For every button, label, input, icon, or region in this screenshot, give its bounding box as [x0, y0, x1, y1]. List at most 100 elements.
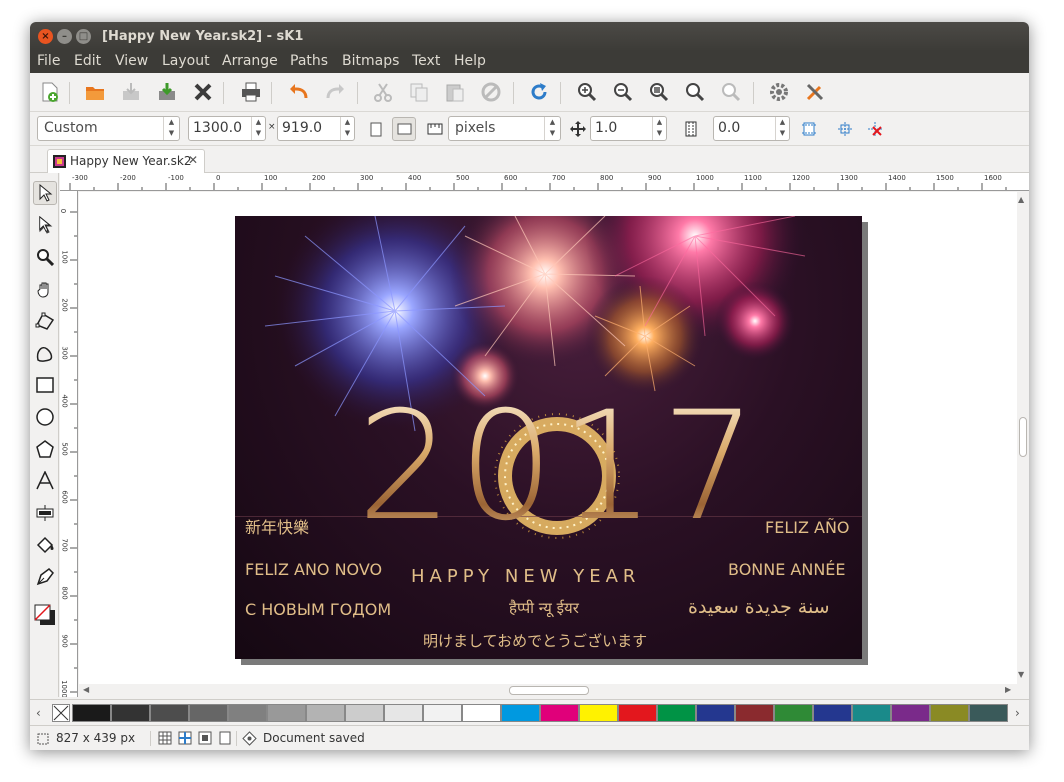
vertical-scroll-thumb[interactable] [1019, 417, 1027, 457]
remove-guides-icon[interactable] [866, 120, 884, 138]
menu-help[interactable]: Help [454, 53, 486, 69]
color-swatch[interactable] [735, 704, 774, 722]
color-swatch[interactable] [696, 704, 735, 722]
color-swatch[interactable] [423, 704, 462, 722]
menu-file[interactable]: File [37, 53, 60, 69]
menu-bitmaps[interactable]: Bitmaps [342, 53, 399, 69]
pen-tool-icon[interactable] [33, 565, 57, 589]
color-swatch[interactable] [930, 704, 969, 722]
color-swatch[interactable] [579, 704, 618, 722]
print-icon[interactable] [238, 79, 264, 105]
portrait-icon[interactable] [367, 120, 385, 138]
tools-icon[interactable] [802, 79, 828, 105]
color-swatch[interactable] [189, 704, 228, 722]
import-icon[interactable] [154, 79, 180, 105]
selection-tool-icon[interactable] [33, 181, 57, 205]
close-window-button[interactable]: × [38, 29, 53, 44]
palette-left-arrow-icon[interactable]: ‹ [36, 706, 41, 720]
color-swatch[interactable] [306, 704, 345, 722]
menu-layout[interactable]: Layout [162, 53, 210, 69]
minimize-window-button[interactable]: – [57, 29, 72, 44]
document-tab[interactable]: Happy New Year.sk2 ✕ [47, 149, 205, 173]
guide-snap-icon[interactable] [178, 731, 192, 745]
zoom-fit-icon[interactable] [646, 79, 672, 105]
scroll-up-icon[interactable]: ▲ [1018, 195, 1024, 204]
page-width-field[interactable]: 1300.0 ▲ ▼ [188, 116, 266, 141]
units-select[interactable]: pixels ▲ ▼ [448, 116, 561, 141]
close-document-icon[interactable] [190, 79, 216, 105]
delete-icon[interactable] [478, 79, 504, 105]
rectangle-tool-icon[interactable] [33, 373, 57, 397]
open-icon[interactable] [82, 79, 108, 105]
color-swatch[interactable] [540, 704, 579, 722]
page-margin-field[interactable]: 0.0 ▲ ▼ [713, 116, 790, 141]
color-swatch[interactable] [852, 704, 891, 722]
menu-text[interactable]: Text [412, 53, 440, 69]
color-swatch[interactable] [891, 704, 930, 722]
ellipse-tool-icon[interactable] [33, 405, 57, 429]
object-snap-icon[interactable] [198, 731, 212, 745]
cut-icon[interactable] [370, 79, 396, 105]
horizontal-scroll-thumb[interactable] [509, 686, 589, 695]
greeting-card-image[interactable]: 2017 新年快樂 FELIZ ANO NOVO С НОВЫМ ГОДОМ H… [235, 216, 862, 659]
nudge-step-field[interactable]: 1.0 ▲ ▼ [590, 116, 667, 141]
color-swatch[interactable] [969, 704, 1008, 722]
no-color-swatch[interactable] [52, 704, 70, 722]
vertical-scrollbar[interactable]: ▲ ▼ [1017, 192, 1029, 684]
new-document-icon[interactable] [36, 79, 62, 105]
grid-snap-icon[interactable] [158, 731, 172, 745]
color-swatch[interactable] [774, 704, 813, 722]
zoom-selection-icon[interactable] [682, 79, 708, 105]
refresh-icon[interactable] [526, 79, 552, 105]
copy-icon[interactable] [406, 79, 432, 105]
palette-right-arrow-icon[interactable]: › [1015, 706, 1020, 720]
zoom-page-icon[interactable] [718, 79, 744, 105]
horizontal-scrollbar[interactable]: ◀ ▶ [79, 684, 1017, 697]
drawing-canvas[interactable]: 2017 新年快樂 FELIZ ANO NOVO С НОВЫМ ГОДОМ H… [79, 192, 1017, 684]
color-swatch[interactable] [462, 704, 501, 722]
close-tab-icon[interactable]: ✕ [188, 153, 198, 167]
page-format-select[interactable]: Custom ▲ ▼ [37, 116, 180, 141]
color-swatch[interactable] [228, 704, 267, 722]
polyline-tool-icon[interactable] [33, 309, 57, 333]
color-swatch[interactable] [501, 704, 540, 722]
color-swatch[interactable] [111, 704, 150, 722]
color-swatch[interactable] [813, 704, 852, 722]
zoom-tool-icon[interactable] [33, 245, 57, 269]
scroll-down-icon[interactable]: ▼ [1018, 670, 1024, 679]
maximize-window-button[interactable]: □ [76, 29, 91, 44]
preferences-gear-icon[interactable] [766, 79, 792, 105]
scroll-right-icon[interactable]: ▶ [1005, 685, 1011, 694]
page-guides-icon[interactable] [800, 120, 818, 138]
node-edit-tool-icon[interactable] [33, 213, 57, 237]
add-guides-icon[interactable] [836, 120, 854, 138]
text-tool-icon[interactable] [33, 469, 57, 493]
color-swatch[interactable] [267, 704, 306, 722]
scroll-left-icon[interactable]: ◀ [83, 685, 89, 694]
zoom-in-icon[interactable] [574, 79, 600, 105]
color-swatch[interactable] [150, 704, 189, 722]
hand-tool-icon[interactable] [33, 277, 57, 301]
color-swatch[interactable] [657, 704, 696, 722]
zoom-out-icon[interactable] [610, 79, 636, 105]
menu-edit[interactable]: Edit [74, 53, 101, 69]
paste-icon[interactable] [442, 79, 468, 105]
fill-stroke-indicator-icon[interactable] [33, 603, 57, 627]
undo-icon[interactable] [286, 79, 312, 105]
color-swatch[interactable] [618, 704, 657, 722]
color-swatch[interactable] [384, 704, 423, 722]
menu-arrange[interactable]: Arrange [222, 53, 278, 69]
landscape-icon[interactable] [392, 117, 416, 141]
fill-bucket-icon[interactable] [33, 533, 57, 557]
gradient-tool-icon[interactable] [33, 501, 57, 525]
menu-view[interactable]: View [115, 53, 148, 69]
menu-paths[interactable]: Paths [290, 53, 328, 69]
page-snap-icon[interactable] [218, 731, 232, 745]
bezier-tool-icon[interactable] [33, 341, 57, 365]
page-height-field[interactable]: 919.0 ▲ ▼ [277, 116, 355, 141]
color-swatch[interactable] [72, 704, 111, 722]
color-swatch[interactable] [345, 704, 384, 722]
save-icon[interactable] [118, 79, 144, 105]
redo-icon[interactable] [322, 79, 348, 105]
polygon-tool-icon[interactable] [33, 437, 57, 461]
